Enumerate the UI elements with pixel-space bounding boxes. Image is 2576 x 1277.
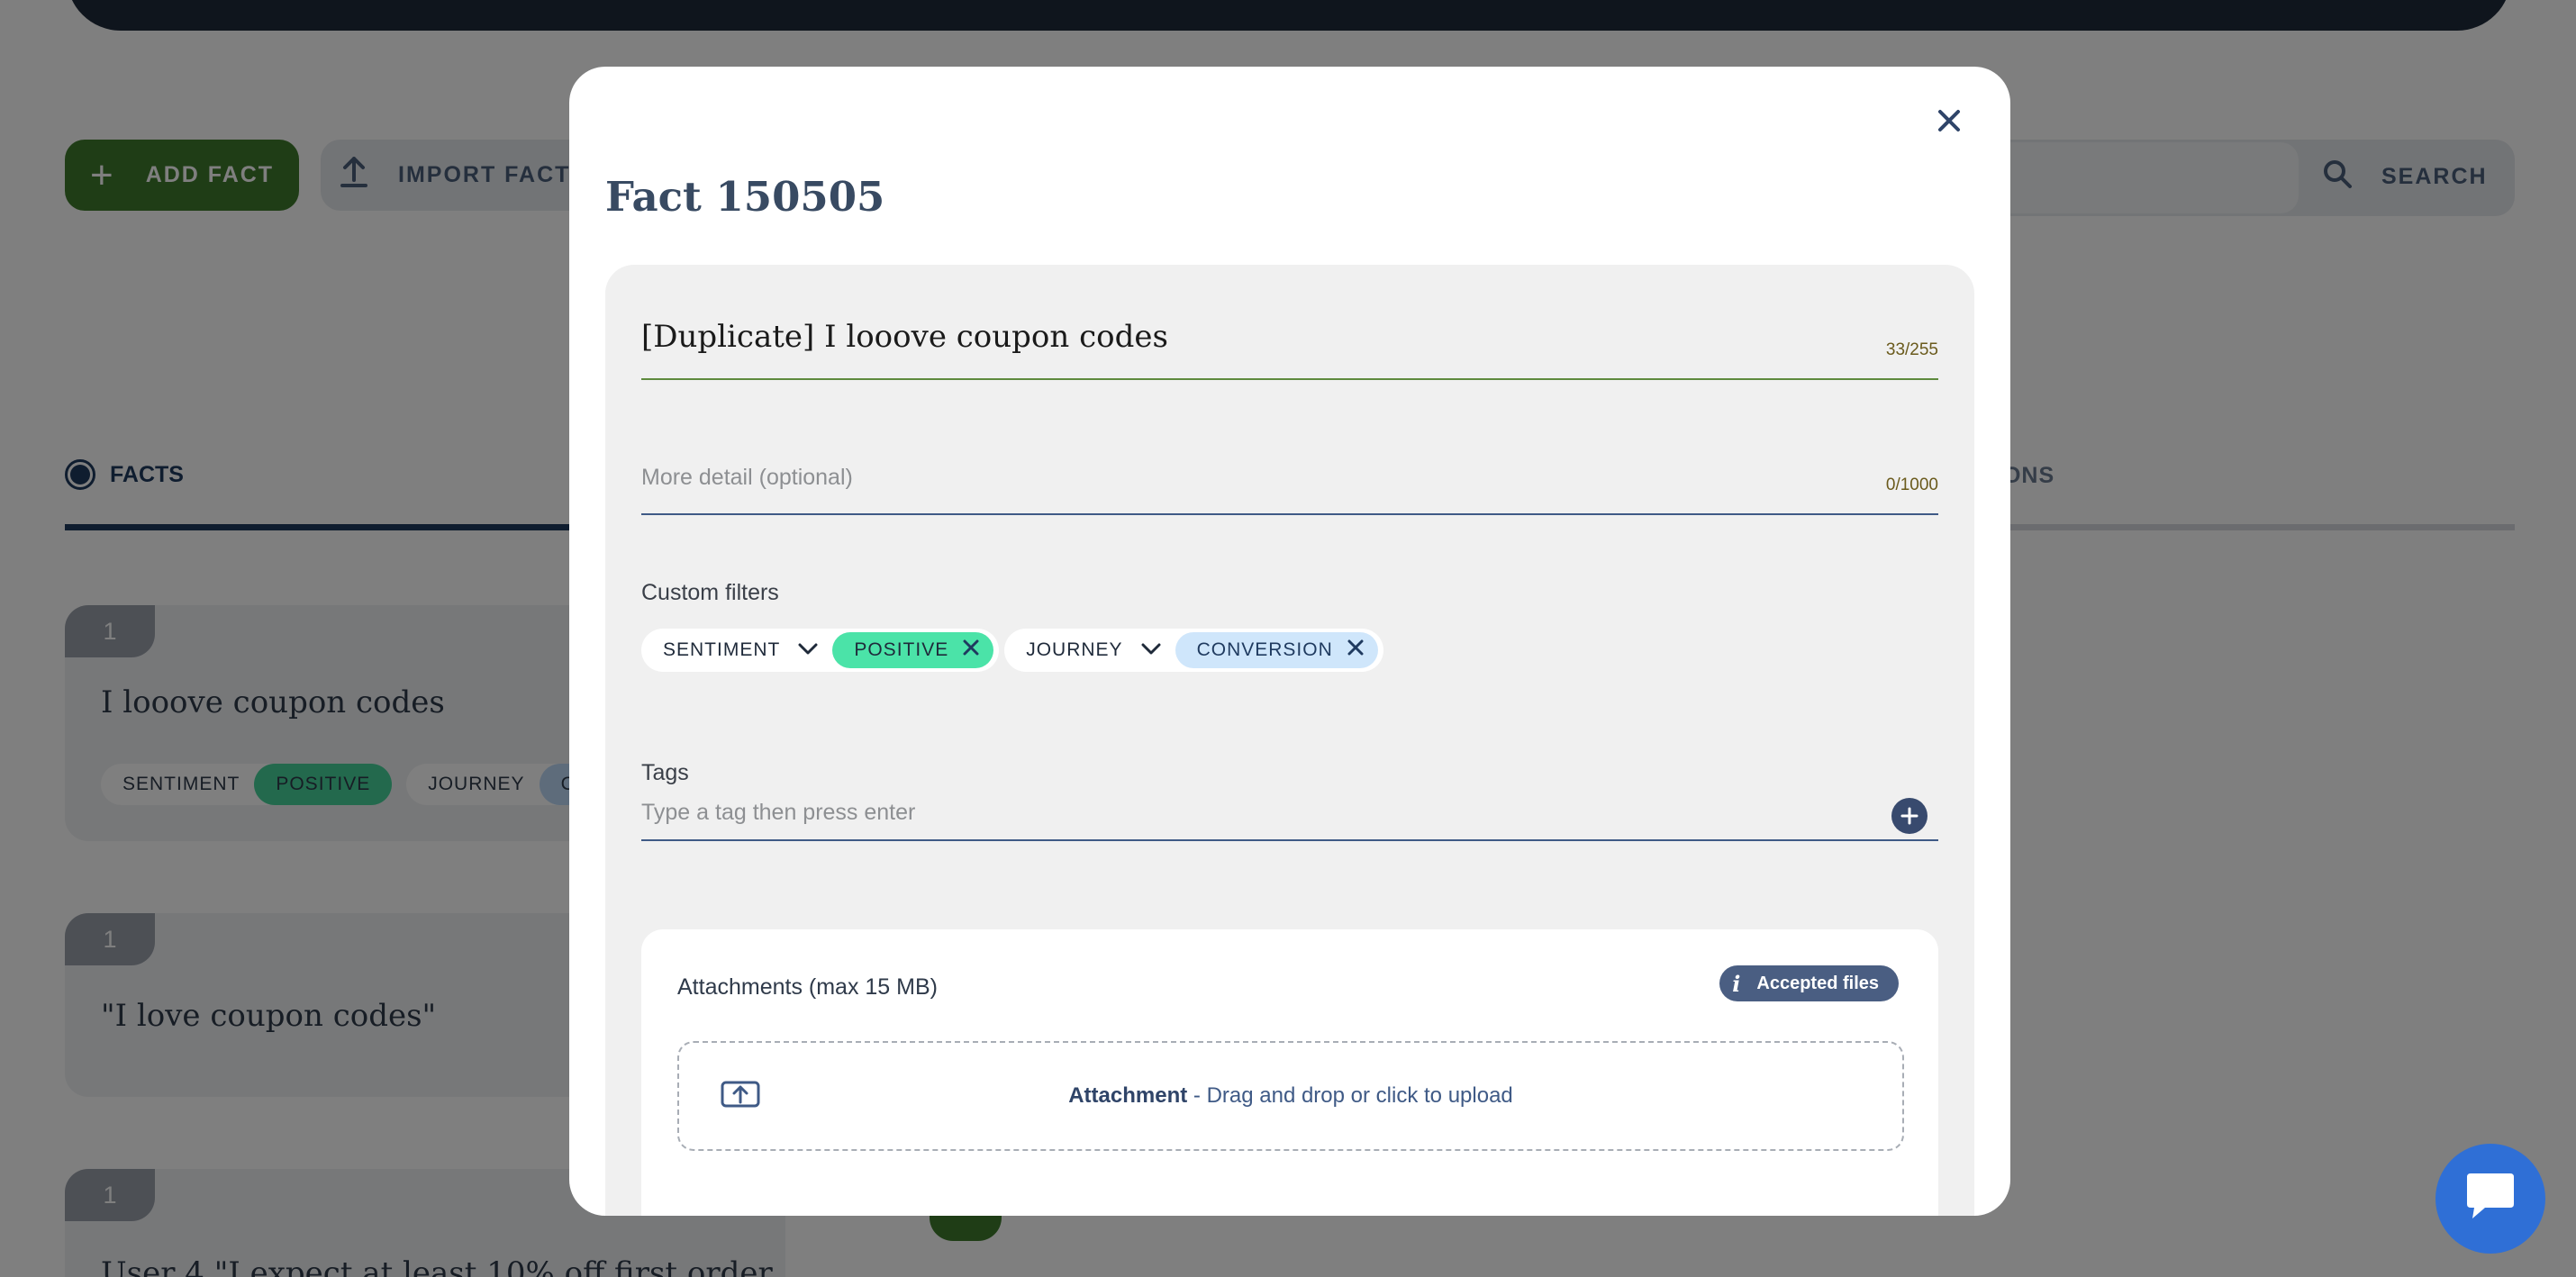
fact-title-input[interactable] bbox=[641, 315, 1938, 355]
close-icon bbox=[1937, 109, 1961, 137]
detail-input[interactable] bbox=[641, 452, 1938, 491]
title-char-counter: 33/255 bbox=[1885, 340, 1938, 359]
fact-detail-field: 0/1000 bbox=[641, 452, 1938, 515]
remove-x-icon[interactable] bbox=[963, 639, 979, 661]
chevron-down-icon[interactable] bbox=[798, 639, 818, 661]
chat-button[interactable] bbox=[2435, 1144, 2545, 1254]
tags-label: Tags bbox=[641, 760, 689, 785]
remove-x-icon[interactable] bbox=[1347, 639, 1364, 661]
filter-value-text: POSITIVE bbox=[854, 639, 949, 660]
info-icon: i bbox=[1732, 970, 1741, 997]
modal-title: Fact 150505 bbox=[605, 173, 885, 221]
close-button[interactable] bbox=[1920, 94, 1978, 151]
tags-field bbox=[641, 787, 1938, 841]
plus-icon bbox=[1900, 807, 1918, 825]
filter-chip-name: JOURNEY bbox=[1026, 639, 1123, 660]
fact-modal: Fact 150505 33/255 0/1000 Custom filters… bbox=[569, 67, 2010, 1216]
chat-icon bbox=[2463, 1172, 2517, 1227]
filter-chip-journey: JOURNEY CONVERSION bbox=[1004, 629, 1383, 672]
detail-char-counter: 0/1000 bbox=[1885, 475, 1938, 494]
custom-filters-label: Custom filters bbox=[641, 580, 779, 605]
add-tag-button[interactable] bbox=[1891, 798, 1927, 834]
attachments-label: Attachments (max 15 MB) bbox=[677, 974, 938, 1000]
attachments-panel: Attachments (max 15 MB) i Accepted files… bbox=[641, 929, 1938, 1216]
tags-input[interactable] bbox=[641, 787, 1866, 826]
filter-chip-sentiment: SENTIMENT POSITIVE bbox=[641, 629, 1000, 672]
filter-chip-name: SENTIMENT bbox=[663, 639, 781, 660]
custom-filters: SENTIMENT POSITIVE JOURNEY CONVERSION bbox=[641, 629, 1383, 672]
filter-value-text: CONVERSION bbox=[1196, 639, 1333, 660]
filter-chip-value: POSITIVE bbox=[832, 632, 994, 668]
accepted-files-button[interactable]: i Accepted files bbox=[1719, 965, 1899, 1001]
fact-title-field: 33/255 bbox=[641, 315, 1938, 380]
accepted-files-label: Accepted files bbox=[1756, 973, 1879, 993]
attachment-dropzone[interactable]: Attachment - Drag and drop or click to u… bbox=[677, 1041, 1904, 1151]
dropzone-strong: Attachment bbox=[1068, 1083, 1188, 1108]
filter-chip-value: CONVERSION bbox=[1175, 632, 1378, 668]
dropzone-instructions: - Drag and drop or click to upload bbox=[1187, 1083, 1513, 1108]
chevron-down-icon[interactable] bbox=[1141, 639, 1161, 661]
fact-form: 33/255 0/1000 Custom filters SENTIMENT P… bbox=[605, 265, 1974, 1216]
upload-icon bbox=[721, 1079, 760, 1118]
dropzone-text: Attachment - Drag and drop or click to u… bbox=[1068, 1083, 1513, 1109]
